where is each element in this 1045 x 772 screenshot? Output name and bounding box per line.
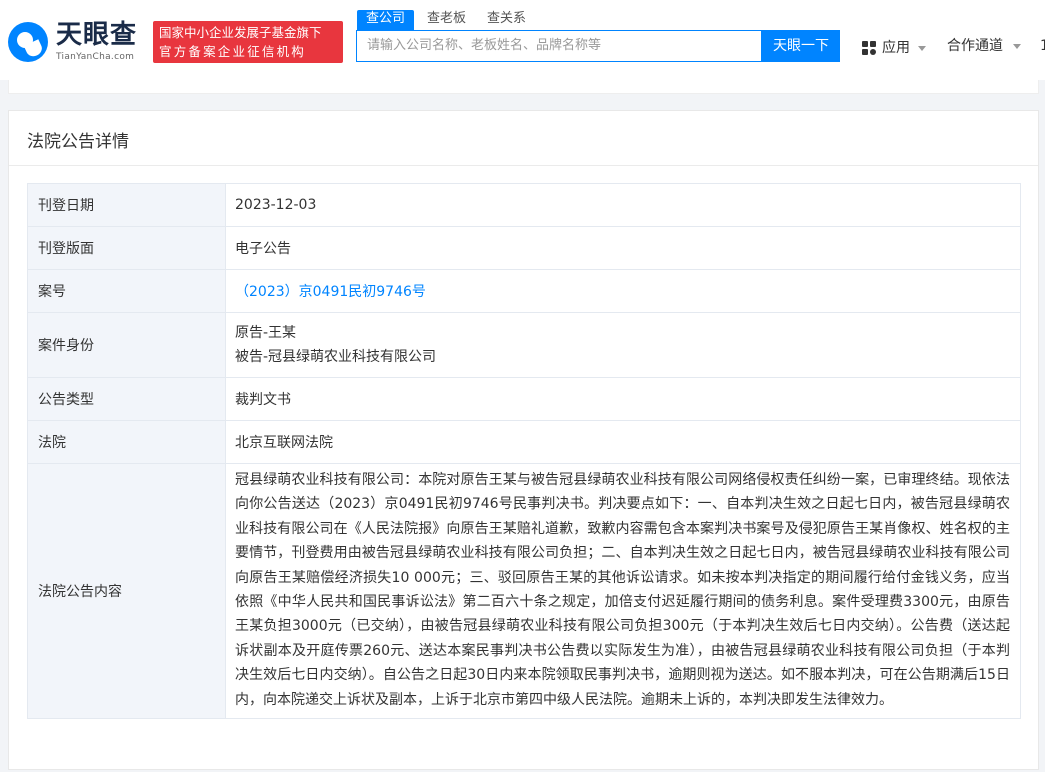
page-title: 法院公告详情 bbox=[27, 132, 129, 152]
logo-text: 天眼查 bbox=[56, 20, 138, 50]
row-label: 刊登版面 bbox=[28, 227, 226, 269]
tab-relation[interactable]: 查关系 bbox=[478, 10, 535, 30]
site-logo[interactable]: 天眼查 TianYanCha.com bbox=[8, 20, 148, 64]
logo-domain: TianYanCha.com bbox=[56, 52, 135, 62]
chevron-down-icon bbox=[1013, 44, 1021, 49]
top-header: 天眼查 TianYanCha.com 国家中小企业发展子基金旗下 官方备案企业征… bbox=[0, 0, 1045, 80]
publish-date-value: 2023-12-03 bbox=[235, 197, 317, 213]
title-divider bbox=[9, 165, 1038, 166]
detail-table: 刊登日期 2023-12-03 刊登版面 电子公告 案号 （2023）京0491… bbox=[27, 183, 1021, 720]
court-value: 北京互联网法院 bbox=[235, 435, 333, 451]
defendant-value: 被告-冠县绿萌农业科技有限公司 bbox=[235, 349, 437, 365]
plaintiff-value: 原告-王某 bbox=[235, 325, 297, 341]
case-number-link[interactable]: （2023）京0491民初9746号 bbox=[235, 281, 1010, 301]
sponsor-badge[interactable]: 国家中小企业发展子基金旗下 官方备案企业征信机构 bbox=[153, 21, 343, 63]
row-label: 公告类型 bbox=[28, 378, 226, 420]
sub-header-strip bbox=[8, 80, 1039, 94]
apps-grid-icon bbox=[862, 41, 876, 55]
row-label: 刊登日期 bbox=[28, 184, 226, 226]
badge-line-1: 国家中小企业发展子基金旗下 bbox=[159, 25, 322, 40]
table-row-edition: 刊登版面 电子公告 bbox=[28, 227, 1020, 270]
logo-icon bbox=[8, 22, 48, 62]
tab-company[interactable]: 查公司 bbox=[357, 10, 415, 30]
table-row-type: 公告类型 裁判文书 bbox=[28, 378, 1020, 421]
edition-value: 电子公告 bbox=[235, 241, 291, 257]
search-input[interactable]: 请输入公司名称、老板姓名、品牌名称等 bbox=[356, 30, 762, 62]
row-label: 法院 bbox=[28, 421, 226, 463]
row-label: 案号 bbox=[28, 270, 226, 312]
chevron-down-icon bbox=[918, 46, 926, 51]
nav-apps-label: 应用 bbox=[882, 40, 910, 56]
table-row-publish-date: 刊登日期 2023-12-03 bbox=[28, 184, 1020, 227]
type-value: 裁判文书 bbox=[235, 392, 291, 408]
parties-cell: 原告-王某 被告-冠县绿萌农业科技有限公司 bbox=[226, 313, 1020, 377]
nav-overflow-item[interactable]: 1 bbox=[1040, 38, 1045, 54]
badge-line-2: 官方备案企业征信机构 bbox=[159, 44, 307, 59]
table-row-case-number: 案号 （2023）京0491民初9746号 bbox=[28, 270, 1020, 313]
case-value-cell: （2023）京0491民初9746号 bbox=[226, 270, 1020, 312]
table-row-content: 法院公告内容 冠县绿萌农业科技有限公司：本院对原告王某与被告冠县绿萌农业科技有限… bbox=[28, 464, 1020, 719]
search-button[interactable]: 天眼一下 bbox=[762, 30, 840, 62]
detail-panel: 法院公告详情 刊登日期 2023-12-03 刊登版面 电子公告 案号 （202… bbox=[8, 110, 1039, 770]
table-row-court: 法院 北京互联网法院 bbox=[28, 421, 1020, 464]
tab-boss[interactable]: 查老板 bbox=[418, 10, 475, 30]
table-row-parties: 案件身份 原告-王某 被告-冠县绿萌农业科技有限公司 bbox=[28, 313, 1020, 378]
row-label: 法院公告内容 bbox=[28, 464, 226, 719]
nav-cooperation[interactable]: 合作通道 bbox=[947, 36, 1021, 56]
announcement-content: 冠县绿萌农业科技有限公司：本院对原告王某与被告冠县绿萌农业科技有限公司网络侵权责… bbox=[235, 472, 1010, 708]
nav-coop-label: 合作通道 bbox=[947, 38, 1003, 54]
row-label: 案件身份 bbox=[28, 313, 226, 377]
